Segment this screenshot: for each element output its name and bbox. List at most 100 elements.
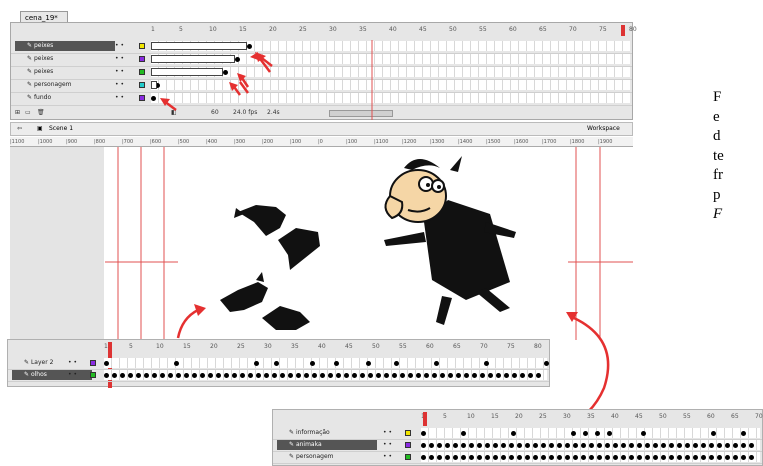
keyframe-dot[interactable] xyxy=(629,443,634,448)
keyframe-dot[interactable] xyxy=(749,443,754,448)
keyframe-dot[interactable] xyxy=(613,443,618,448)
keyframe-dot[interactable] xyxy=(434,361,439,366)
keyframe-dot[interactable] xyxy=(557,455,562,460)
layer-name[interactable]: ✎ informação xyxy=(277,428,377,438)
keyframe-dot[interactable] xyxy=(416,373,421,378)
layer-frames[interactable] xyxy=(421,452,760,462)
keyframe-dot[interactable] xyxy=(597,443,602,448)
keyframe-dot[interactable] xyxy=(749,455,754,460)
keyframe-dot[interactable] xyxy=(525,455,530,460)
layer-row[interactable]: ✎ personagem • • xyxy=(273,452,762,464)
keyframe-dot[interactable] xyxy=(120,373,125,378)
playhead[interactable] xyxy=(423,412,427,426)
keyframe-dot[interactable] xyxy=(288,373,293,378)
keyframe-dot[interactable] xyxy=(448,373,453,378)
keyframe-dot[interactable] xyxy=(541,455,546,460)
keyframe-dot[interactable] xyxy=(208,373,213,378)
keyframe-dot[interactable] xyxy=(661,455,666,460)
keyframe-dot[interactable] xyxy=(160,373,165,378)
keyframe-dot[interactable] xyxy=(168,373,173,378)
keyframe-dot[interactable] xyxy=(128,373,133,378)
layer-name[interactable]: ✎ personagem xyxy=(277,452,377,462)
keyframe-dot[interactable] xyxy=(352,373,357,378)
keyframe-dot[interactable] xyxy=(496,373,501,378)
keyframe-dot[interactable] xyxy=(613,455,618,460)
keyframe-dot[interactable] xyxy=(528,373,533,378)
keyframe-dot[interactable] xyxy=(445,455,450,460)
keyframe-dot[interactable] xyxy=(685,455,690,460)
keyframe-dot[interactable] xyxy=(477,455,482,460)
frame-ruler[interactable]: 1510152025303540455055606570 xyxy=(421,412,763,426)
keyframe-dot[interactable] xyxy=(274,361,279,366)
keyframe-dot[interactable] xyxy=(464,373,469,378)
keyframe-dot[interactable] xyxy=(472,373,477,378)
keyframe-dot[interactable] xyxy=(581,455,586,460)
keyframe-dot[interactable] xyxy=(104,361,109,366)
frame-ruler[interactable]: 1 5 10 15 20 25 30 35 40 45 50 55 60 65 70 75 80 xyxy=(104,342,549,388)
layer-frames[interactable] xyxy=(104,358,549,368)
layer-frames[interactable] xyxy=(104,370,547,380)
keyframe-dot[interactable] xyxy=(504,373,509,378)
keyframe-dot[interactable] xyxy=(573,443,578,448)
keyframe-dot[interactable] xyxy=(144,373,149,378)
layer-name[interactable]: ✎ animaka xyxy=(277,440,377,450)
keyframe-dot[interactable] xyxy=(595,431,600,436)
keyframe-dot[interactable] xyxy=(360,373,365,378)
keyframe-dot[interactable] xyxy=(256,373,261,378)
keyframe-dot[interactable] xyxy=(536,373,541,378)
keyframe-dot[interactable] xyxy=(583,431,588,436)
keyframe-dot[interactable] xyxy=(440,373,445,378)
keyframe-dot[interactable] xyxy=(296,373,301,378)
keyframe-dot[interactable] xyxy=(645,443,650,448)
keyframe-dot[interactable] xyxy=(571,431,576,436)
keyframe-dot[interactable] xyxy=(224,373,229,378)
keyframe-dot[interactable] xyxy=(709,443,714,448)
keyframe-dot[interactable] xyxy=(240,373,245,378)
keyframe-dot[interactable] xyxy=(741,443,746,448)
keyframe-dot[interactable] xyxy=(408,373,413,378)
layer-visibility-lock-icons[interactable]: • • xyxy=(383,440,392,450)
layer-color-swatch[interactable] xyxy=(90,372,96,378)
keyframe-dot[interactable] xyxy=(621,455,626,460)
keyframe-dot[interactable] xyxy=(733,443,738,448)
layer-frames[interactable] xyxy=(421,440,760,450)
keyframe-dot[interactable] xyxy=(701,443,706,448)
layer-visibility-lock-icons[interactable]: • • xyxy=(383,428,392,438)
layer-name[interactable]: ✎ Layer 2 xyxy=(12,358,92,368)
keyframe-dot[interactable] xyxy=(461,443,466,448)
keyframe-dot[interactable] xyxy=(344,373,349,378)
keyframe-dot[interactable] xyxy=(517,455,522,460)
keyframe-dot[interactable] xyxy=(136,373,141,378)
keyframe-dot[interactable] xyxy=(607,431,612,436)
keyframe-dot[interactable] xyxy=(693,455,698,460)
keyframe-dot[interactable] xyxy=(445,443,450,448)
keyframe-dot[interactable] xyxy=(104,373,109,378)
keyframe-dot[interactable] xyxy=(216,373,221,378)
layer-color-swatch[interactable] xyxy=(90,360,96,366)
keyframe-dot[interactable] xyxy=(334,361,339,366)
keyframe-dot[interactable] xyxy=(501,443,506,448)
keyframe-dot[interactable] xyxy=(421,455,426,460)
keyframe-dot[interactable] xyxy=(392,373,397,378)
keyframe-dot[interactable] xyxy=(152,373,157,378)
keyframe-dot[interactable] xyxy=(581,443,586,448)
keyframe-dot[interactable] xyxy=(469,455,474,460)
keyframe-dot[interactable] xyxy=(589,455,594,460)
keyframe-dot[interactable] xyxy=(741,455,746,460)
keyframe-dot[interactable] xyxy=(368,373,373,378)
keyframe-dot[interactable] xyxy=(501,455,506,460)
keyframe-dot[interactable] xyxy=(741,431,746,436)
keyframe-dot[interactable] xyxy=(541,443,546,448)
keyframe-dot[interactable] xyxy=(480,373,485,378)
keyframe-dot[interactable] xyxy=(272,373,277,378)
keyframe-dot[interactable] xyxy=(709,455,714,460)
keyframe-dot[interactable] xyxy=(461,431,466,436)
keyframe-dot[interactable] xyxy=(312,373,317,378)
layer-row[interactable]: ✎ Layer 2 • • xyxy=(8,358,549,370)
layer-color-swatch[interactable] xyxy=(405,430,411,436)
keyframe-dot[interactable] xyxy=(394,361,399,366)
keyframe-dot[interactable] xyxy=(653,443,658,448)
keyframe-dot[interactable] xyxy=(485,443,490,448)
keyframe-dot[interactable] xyxy=(432,373,437,378)
keyframe-dot[interactable] xyxy=(549,443,554,448)
